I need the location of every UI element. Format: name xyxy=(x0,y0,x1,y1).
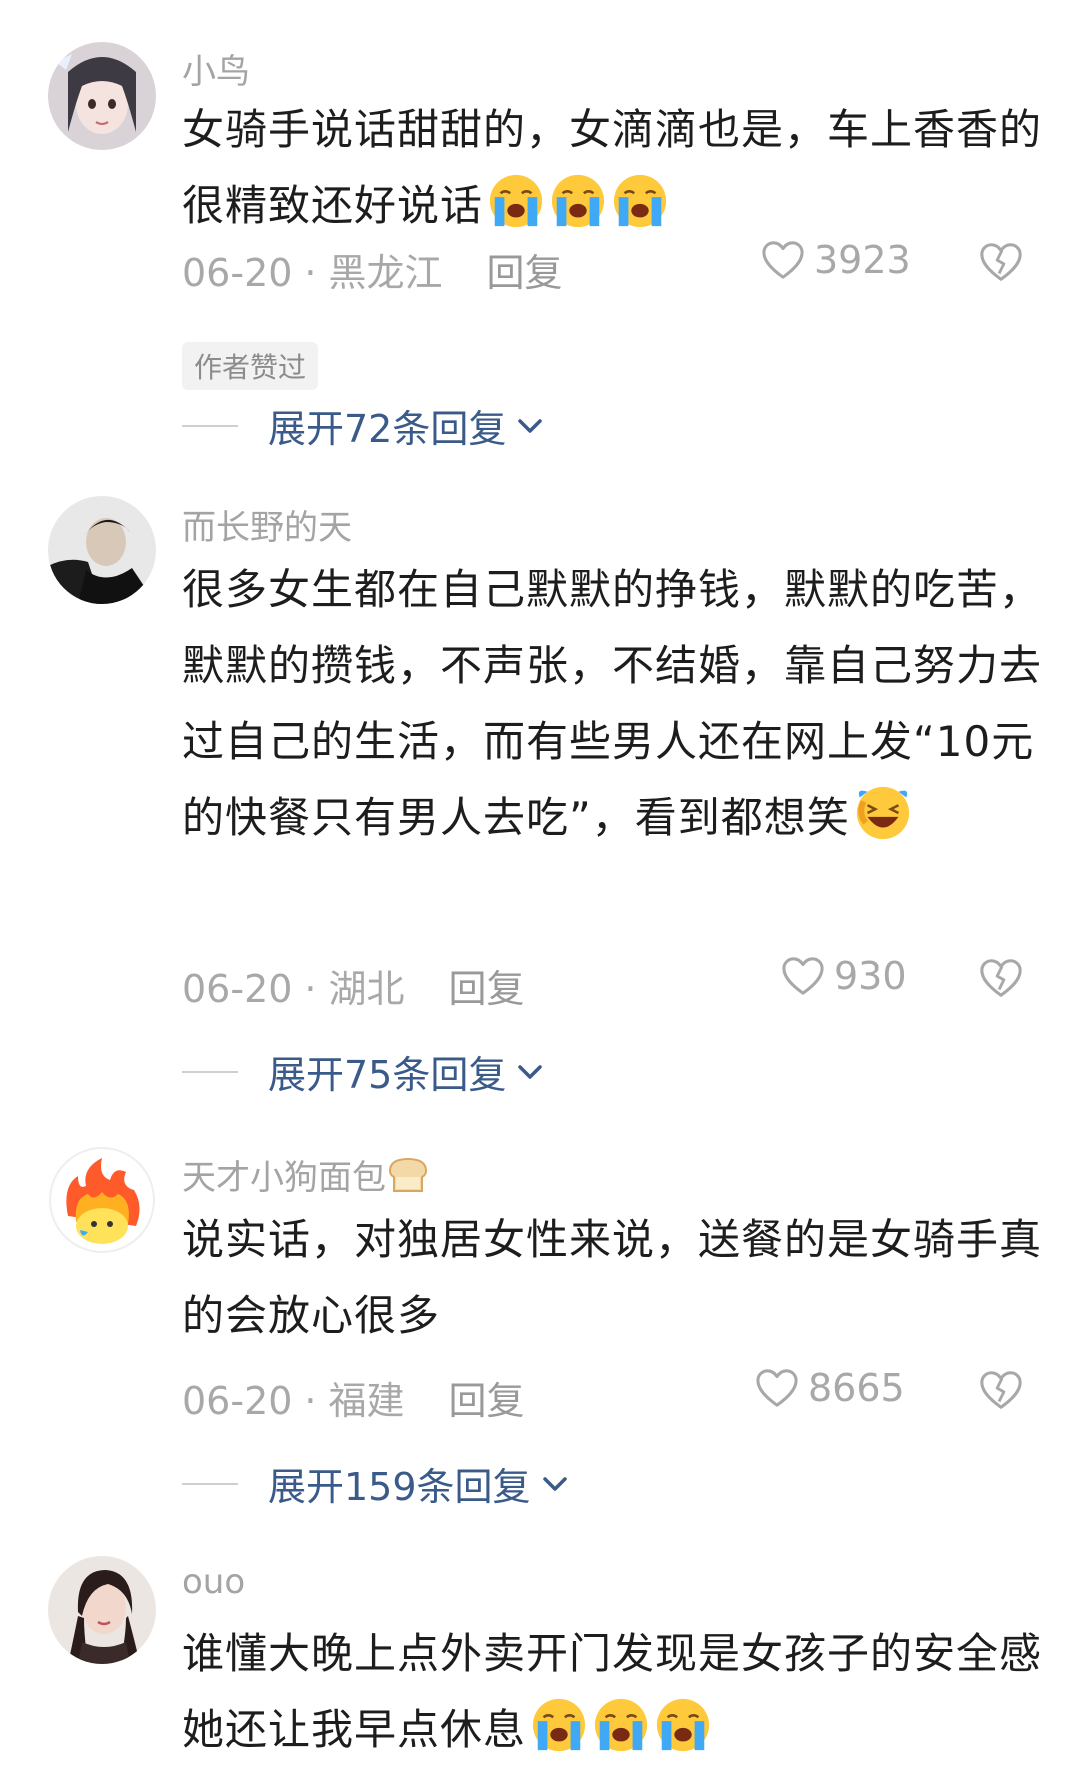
username[interactable]: 而长野的天 xyxy=(182,500,352,549)
laughing-emoji-icon xyxy=(854,784,912,842)
avatar[interactable] xyxy=(48,1556,156,1664)
username[interactable]: 天才小狗面包 xyxy=(182,1150,430,1199)
author-liked-badge: 作者赞过 xyxy=(182,342,319,390)
heart-icon xyxy=(754,1367,800,1409)
broken-heart-icon[interactable] xyxy=(978,240,1024,284)
chevron-down-icon xyxy=(514,1061,546,1083)
username-text: 天才小狗面包 xyxy=(182,1158,386,1198)
expand-divider xyxy=(182,1482,238,1485)
expand-replies-label: 展开159条回复 xyxy=(268,1465,531,1509)
comment-meta: 06-20 · 湖北 回复 xyxy=(182,958,525,1013)
expand-replies-label: 展开72条回复 xyxy=(268,407,507,451)
comment-location: 福建 xyxy=(328,1379,405,1423)
crying-emoji-icon xyxy=(654,1696,712,1754)
comment-text: 女骑手说话甜甜的，女滴滴也是，车上香香的很精致还好说话 xyxy=(182,92,1042,244)
expand-divider xyxy=(182,1070,238,1073)
like-count: 3923 xyxy=(814,238,911,282)
expand-replies-label: 展开75条回复 xyxy=(268,1053,507,1097)
like-button[interactable]: 930 xyxy=(780,954,907,998)
like-button[interactable]: 3923 xyxy=(760,238,911,282)
crying-emoji-icon xyxy=(549,172,607,230)
expand-divider xyxy=(182,424,238,427)
reply-button[interactable]: 回复 xyxy=(449,1379,525,1423)
comment-text: 谁懂大晚上点外卖开门发现是女孩子的安全感 她还让我早点休息 xyxy=(182,1616,1042,1768)
expand-replies-button[interactable]: 展开72条回复 xyxy=(182,398,546,453)
chevron-down-icon xyxy=(539,1473,571,1495)
comment-location: 湖北 xyxy=(328,967,405,1011)
broken-heart-icon[interactable] xyxy=(978,1368,1024,1412)
expand-replies-button[interactable]: 展开159条回复 xyxy=(182,1456,571,1511)
reply-button[interactable]: 回复 xyxy=(449,967,525,1011)
heart-icon xyxy=(780,955,826,997)
avatar[interactable] xyxy=(48,1146,156,1254)
comment-date: 06-20 xyxy=(182,1379,293,1423)
avatar[interactable] xyxy=(48,42,156,150)
crying-emoji-icon xyxy=(592,1696,650,1754)
username[interactable]: ouo xyxy=(182,1562,245,1602)
like-count: 8665 xyxy=(808,1366,905,1410)
meta-separator: · xyxy=(304,967,317,1011)
reply-button[interactable]: 回复 xyxy=(487,251,563,295)
broken-heart-icon[interactable] xyxy=(978,956,1024,1000)
comment-text-body: 很多女生都在自己默默的挣钱，默默的吃苦，默默的攒钱，不声张，不结婚，靠自己努力去… xyxy=(182,565,1043,842)
comment-meta: 06-20 · 福建 回复 xyxy=(182,1370,525,1425)
meta-separator: · xyxy=(304,1379,317,1423)
like-button[interactable]: 8665 xyxy=(754,1366,905,1410)
avatar[interactable] xyxy=(48,496,156,604)
like-count: 930 xyxy=(834,954,907,998)
expand-replies-button[interactable]: 展开75条回复 xyxy=(182,1044,546,1099)
comment-text: 很多女生都在自己默默的挣钱，默默的吃苦，默默的攒钱，不声张，不结婚，靠自己努力去… xyxy=(182,552,1042,856)
username[interactable]: 小鸟 xyxy=(182,44,250,93)
comment-text: 说实话，对独居女性来说，送餐的是女骑手真的会放心很多 xyxy=(182,1202,1042,1354)
comment-meta: 06-20 · 黑龙江 回复 xyxy=(182,242,563,297)
bread-emoji-icon xyxy=(388,1157,428,1192)
comment-location: 黑龙江 xyxy=(328,251,443,295)
chevron-down-icon xyxy=(514,415,546,437)
meta-separator: · xyxy=(304,251,317,295)
crying-emoji-icon xyxy=(530,1696,588,1754)
heart-icon xyxy=(760,239,806,281)
crying-emoji-icon xyxy=(487,172,545,230)
comment-date: 06-20 xyxy=(182,967,293,1011)
comment-text-body: 说实话，对独居女性来说，送餐的是女骑手真的会放心很多 xyxy=(182,1215,1043,1340)
comment-date: 06-20 xyxy=(182,251,293,295)
crying-emoji-icon xyxy=(611,172,669,230)
